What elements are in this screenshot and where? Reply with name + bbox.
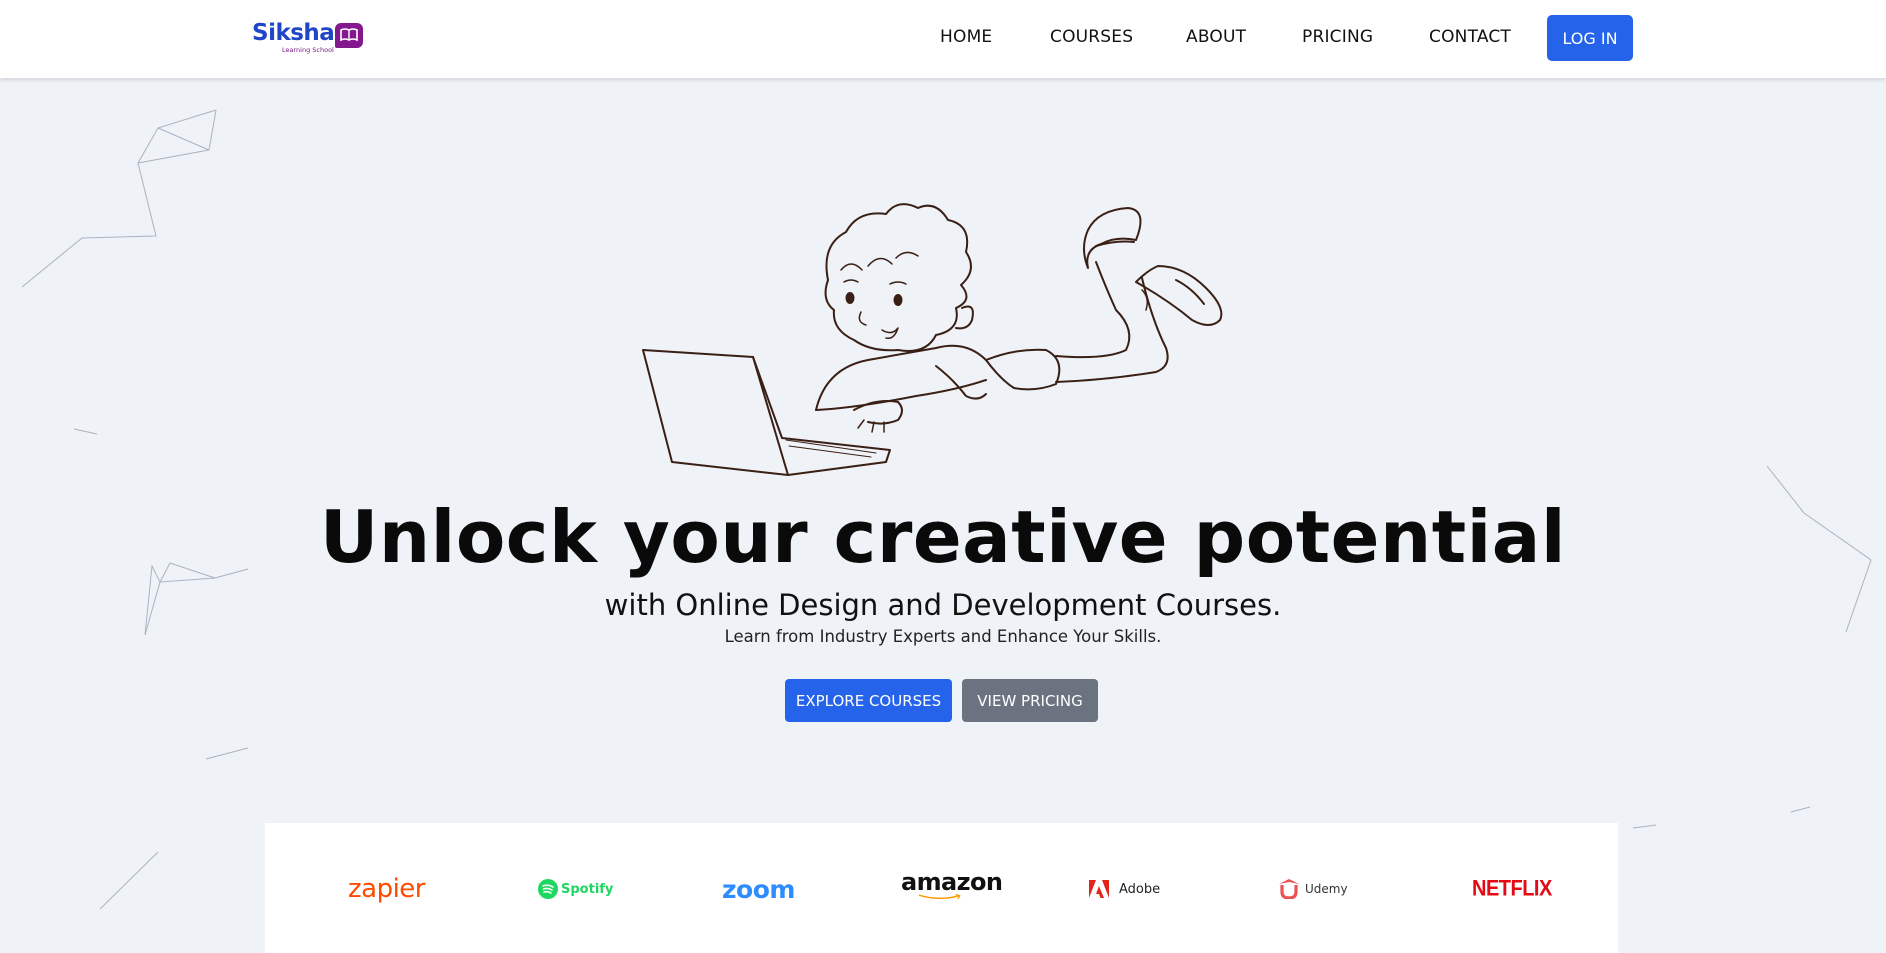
nav-about[interactable]: ABOUT — [1186, 27, 1246, 47]
nav-home[interactable]: HOME — [940, 27, 992, 47]
netflix-logo: NETFLIX — [1472, 873, 1552, 906]
logo-wordmark: Siksha — [252, 20, 335, 46]
login-button[interactable]: LOG IN — [1547, 15, 1633, 61]
spotify-logo-text: Spotify — [561, 881, 614, 897]
zoom-logo-text: zoom — [722, 874, 795, 904]
hero-subheadline: with Online Design and Development Cours… — [604, 588, 1282, 622]
spotify-icon — [538, 879, 558, 899]
netflix-logo-text: NETFLIX — [1472, 876, 1552, 901]
spotify-logo: Spotify — [538, 874, 613, 904]
hero-tagline: Learn from Industry Experts and Enhance … — [724, 627, 1162, 646]
udemy-icon — [1279, 879, 1299, 899]
book-icon — [335, 23, 363, 48]
amazon-smile-icon — [918, 894, 961, 900]
nav-courses[interactable]: COURSES — [1050, 27, 1133, 47]
site-header: Siksha Learning School HOME COURSES ABOU… — [0, 0, 1886, 78]
amazon-logo-text: amazon — [901, 868, 1003, 896]
nav-contact[interactable]: CONTACT — [1429, 27, 1511, 47]
udemy-logo: Udemy — [1279, 874, 1348, 904]
nav-pricing[interactable]: PRICING — [1302, 27, 1373, 47]
amazon-logo: amazon — [901, 868, 1003, 900]
zapier-logo: zapier — [348, 874, 426, 904]
explore-courses-button[interactable]: EXPLORE COURSES — [785, 679, 952, 722]
zoom-logo: zoom — [722, 874, 795, 904]
boy-laptop-illustration — [642, 203, 1223, 476]
siksha-logo[interactable]: Siksha Learning School — [252, 20, 364, 56]
partner-logos: zapier Spotify zoom amazon Adobe Udemy N… — [265, 823, 1618, 953]
view-pricing-button[interactable]: VIEW PRICING — [962, 679, 1098, 722]
adobe-icon — [1089, 880, 1109, 898]
adobe-logo: Adobe — [1089, 874, 1160, 904]
hero-headline: Unlock your creative potential — [319, 495, 1567, 579]
zapier-logo-text: zapier — [348, 874, 426, 904]
logo-tagline: Learning School — [282, 46, 334, 54]
adobe-logo-text: Adobe — [1119, 881, 1161, 897]
udemy-logo-text: Udemy — [1305, 882, 1348, 896]
